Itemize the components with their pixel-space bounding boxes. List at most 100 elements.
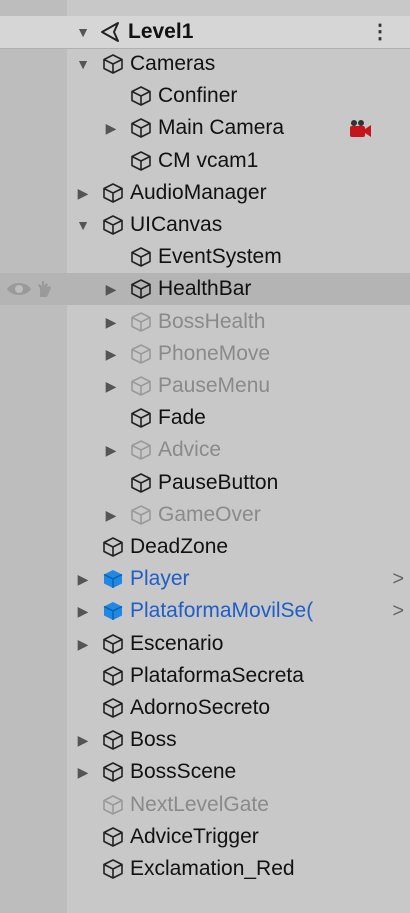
hierarchy-item-advicetrigger[interactable]: AdviceTrigger: [0, 821, 410, 853]
hierarchy-item-label: AudioManager: [130, 180, 267, 204]
camera-gizmo-icon: [348, 119, 372, 139]
hierarchy-item-plataformasecreta[interactable]: PlataformaSecreta: [0, 660, 410, 692]
hierarchy-item-label: PhoneMove: [158, 341, 271, 365]
hierarchy-item-exclamation-red[interactable]: Exclamation_Red: [0, 853, 410, 885]
hierarchy-item-label: PauseMenu: [158, 374, 271, 397]
hierarchy-item-plataformamovilse[interactable]: ▶ PlataformaMovilSe( >: [0, 595, 410, 627]
fold-collapsed-arrow-icon[interactable]: ▶: [74, 563, 92, 595]
hierarchy-item-main-camera[interactable]: ▶ Main Camera: [0, 112, 410, 144]
fold-collapsed-arrow-icon[interactable]: ▶: [102, 338, 120, 370]
fold-collapsed-arrow-icon[interactable]: ▶: [102, 273, 120, 305]
gameobject-cube-icon: [130, 117, 152, 139]
hierarchy-item-healthbar[interactable]: ▶ HealthBar: [0, 273, 410, 306]
gameobject-cube-icon: [102, 761, 124, 783]
hierarchy-item-label: Boss: [130, 728, 177, 752]
fold-collapsed-arrow-icon[interactable]: ▶: [74, 628, 92, 660]
hierarchy-item-eventsystem[interactable]: EventSystem: [0, 241, 410, 273]
hierarchy-item-label: BossScene: [130, 760, 237, 784]
hierarchy-item-label: Confiner: [158, 84, 238, 108]
fold-expanded-arrow-icon[interactable]: ▼: [74, 48, 92, 80]
gameobject-cube-icon: [130, 375, 152, 397]
hierarchy-item-label: AdviceTrigger: [130, 824, 259, 848]
hierarchy-item-label: CM vcam1: [158, 148, 259, 172]
gameobject-cube-icon: [130, 439, 152, 461]
gameobject-cube-icon: [102, 729, 124, 751]
gameobject-cube-icon: [102, 536, 124, 558]
hierarchy-item-gameover[interactable]: ▶ GameOver: [0, 499, 410, 531]
hierarchy-item-nextlevelgate[interactable]: NextLevelGate: [0, 789, 410, 821]
hierarchy-item-cameras[interactable]: ▼ Cameras: [0, 48, 410, 80]
hierarchy-item-label: PauseButton: [158, 470, 279, 494]
gameobject-cube-icon: [130, 407, 152, 429]
hierarchy-item-label: AdornoSecreto: [130, 696, 271, 719]
fold-collapsed-arrow-icon[interactable]: ▶: [74, 756, 92, 788]
fold-expanded-arrow-icon[interactable]: ▼: [74, 209, 92, 241]
hierarchy-item-deadzone[interactable]: DeadZone: [0, 531, 410, 563]
hierarchy-item-label: BossHealth: [158, 309, 266, 333]
scene-name: Level1: [128, 20, 194, 43]
hierarchy-item-boss[interactable]: ▶ Boss: [0, 724, 410, 756]
hierarchy-item-label: Cameras: [130, 52, 216, 75]
hierarchy-item-label: PlataformaMovilSe(: [130, 599, 314, 623]
hierarchy-panel: ▼ Level1 ⋮ ▼ Cameras Confiner ▶ Main Camera C…: [0, 0, 410, 913]
fold-collapsed-arrow-icon[interactable]: ▶: [102, 306, 120, 338]
open-prefab-chevron-icon[interactable]: >: [392, 595, 404, 627]
gameobject-cube-icon: [102, 53, 124, 75]
scene-header-row[interactable]: ▼ Level1 ⋮: [0, 16, 410, 49]
fold-collapsed-arrow-icon[interactable]: ▶: [102, 370, 120, 402]
gameobject-cube-icon: [130, 150, 152, 172]
hierarchy-item-label: PlataformaSecreta: [130, 663, 304, 687]
fold-collapsed-arrow-icon[interactable]: ▶: [102, 434, 120, 466]
gameobject-cube-icon: [130, 343, 152, 365]
hierarchy-item-audiomanager[interactable]: ▶ AudioManager: [0, 177, 410, 209]
fold-collapsed-arrow-icon[interactable]: ▶: [74, 724, 92, 756]
fold-collapsed-arrow-icon[interactable]: ▶: [102, 112, 120, 144]
gameobject-cube-icon: [102, 826, 124, 848]
hierarchy-item-label: Fade: [158, 406, 206, 430]
hierarchy-item-label: Exclamation_Red: [130, 857, 295, 880]
hierarchy-item-label: UICanvas: [130, 213, 223, 236]
hierarchy-item-advice[interactable]: ▶ Advice: [0, 434, 410, 466]
hierarchy-item-player[interactable]: ▶ Player >: [0, 563, 410, 595]
hierarchy-tree: ▼ Level1 ⋮ ▼ Cameras Confiner ▶ Main Camera C…: [0, 0, 410, 913]
gameobject-cube-icon: [102, 182, 124, 204]
hierarchy-item-pausemenu[interactable]: ▶ PauseMenu: [0, 370, 410, 402]
eye-icon[interactable]: [6, 280, 32, 298]
hierarchy-item-label: Advice: [158, 438, 222, 462]
fold-collapsed-arrow-icon[interactable]: ▶: [102, 499, 120, 531]
gameobject-cube-icon: [130, 504, 152, 526]
gameobject-cube-icon: [102, 214, 124, 236]
hierarchy-item-label: HealthBar: [158, 277, 252, 301]
gameobject-cube-icon: [130, 278, 152, 300]
hierarchy-item-label: Player: [130, 567, 190, 591]
hand-icon[interactable]: [34, 279, 54, 299]
hierarchy-item-escenario[interactable]: ▶ Escenario: [0, 628, 410, 660]
hierarchy-item-label: EventSystem: [158, 245, 282, 269]
kebab-menu-icon[interactable]: ⋮: [370, 16, 390, 48]
hierarchy-item-label: Escenario: [130, 631, 224, 655]
fold-collapsed-arrow-icon[interactable]: ▶: [74, 177, 92, 209]
hierarchy-item-cm-vcam1[interactable]: CM vcam1: [0, 145, 410, 177]
unity-scene-icon: [101, 22, 119, 42]
prefab-cube-icon: [102, 600, 124, 622]
gameobject-cube-icon: [102, 665, 124, 687]
prefab-cube-icon: [102, 568, 124, 590]
fold-collapsed-arrow-icon[interactable]: ▶: [74, 595, 92, 627]
hierarchy-item-label: GameOver: [158, 502, 261, 526]
hierarchy-item-adornosecreto[interactable]: AdornoSecreto: [0, 692, 410, 724]
hierarchy-item-bossscene[interactable]: ▶ BossScene: [0, 756, 410, 788]
scene-fold-arrow-icon[interactable]: ▼: [74, 16, 92, 48]
hierarchy-item-uicanvas[interactable]: ▼ UICanvas: [0, 209, 410, 241]
gameobject-cube-icon: [102, 697, 124, 719]
hierarchy-item-phonemove[interactable]: ▶ PhoneMove: [0, 338, 410, 370]
hierarchy-item-confiner[interactable]: Confiner: [0, 80, 410, 112]
open-prefab-chevron-icon[interactable]: >: [392, 563, 404, 595]
gameobject-cube-icon: [130, 246, 152, 268]
hierarchy-item-label: DeadZone: [130, 535, 229, 558]
hierarchy-item-bosshealth[interactable]: ▶ BossHealth: [0, 306, 410, 338]
gameobject-cube-icon: [102, 858, 124, 880]
hierarchy-item-label: Main Camera: [158, 116, 285, 140]
hierarchy-item-fade[interactable]: Fade: [0, 402, 410, 434]
hierarchy-item-pausebutton[interactable]: PauseButton: [0, 467, 410, 499]
gameobject-cube-icon: [130, 311, 152, 333]
